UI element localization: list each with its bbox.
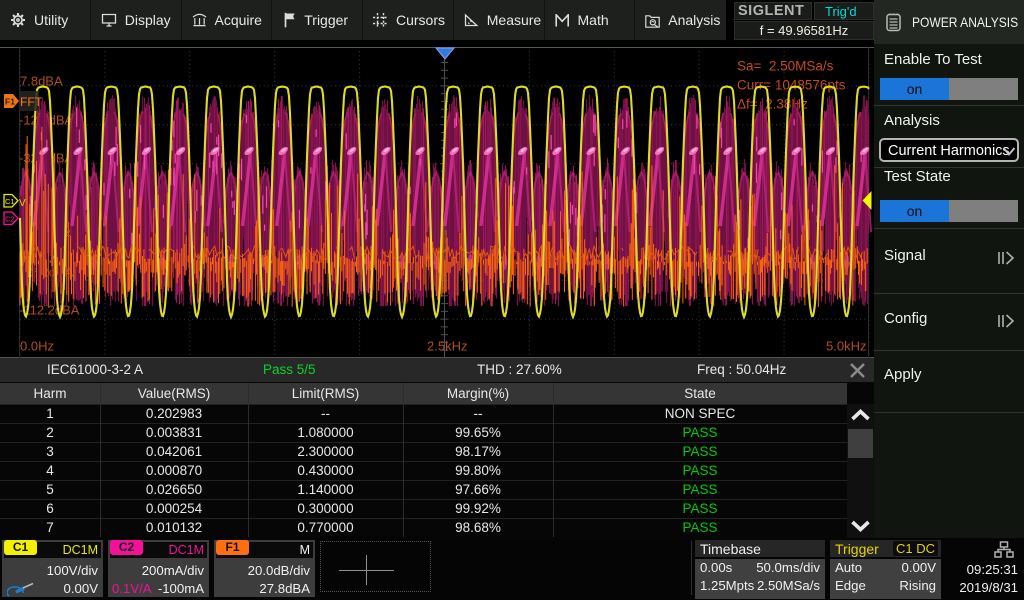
svg-text:V: V: [19, 198, 26, 209]
svg-text:F1: F1: [5, 97, 15, 107]
svg-text:C2: C2: [5, 215, 15, 224]
svg-text:C1: C1: [5, 197, 15, 206]
